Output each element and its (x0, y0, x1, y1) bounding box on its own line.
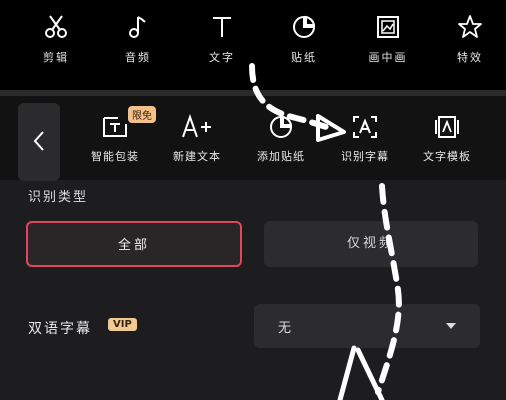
recognize-subtitle-icon (353, 116, 377, 138)
tool-pip-label: 画中画 (368, 51, 408, 64)
scissors-icon (45, 15, 67, 38)
tool-text-label: 文字 (209, 51, 235, 64)
tool-edit-label: 剪辑 (43, 51, 69, 64)
main-toolbar: 剪辑 音频 文字 贴纸 画中画 特效 (0, 0, 506, 90)
arrow-head-left-stroke (337, 345, 357, 400)
chevron-left-icon (33, 131, 44, 151)
chevron-down-icon (446, 323, 456, 329)
sub-tool-add-sticker[interactable]: 添加贴纸 (240, 114, 322, 164)
tool-text[interactable]: 文字 (192, 14, 252, 65)
new-text-icon (182, 114, 211, 138)
sticker-icon (293, 15, 316, 38)
sub-tool-text-template-label: 文字模板 (423, 150, 471, 163)
effects-star-icon (458, 15, 482, 38)
bilingual-select-value: 无 (278, 321, 292, 336)
tool-audio[interactable]: 音频 (108, 14, 168, 65)
sub-tool-recognize-subtitle-label: 识别字幕 (341, 150, 389, 163)
tool-sticker[interactable]: 贴纸 (274, 14, 334, 65)
tool-pip[interactable]: 画中画 (358, 14, 418, 65)
option-video-only-button[interactable]: 仅视频 (264, 221, 478, 267)
free-limited-badge: 限免 (128, 106, 156, 123)
dashed-arrow-path-lower (375, 183, 402, 395)
sub-tool-new-text[interactable]: 新建文本 (156, 114, 238, 164)
vip-badge: VIP (108, 318, 137, 331)
smart-package-icon (103, 117, 127, 137)
bilingual-subtitle-label: 双语字幕 (28, 321, 92, 337)
music-note-icon (129, 16, 146, 38)
add-sticker-icon (270, 115, 293, 138)
picture-in-picture-icon (377, 16, 399, 38)
tool-effects[interactable]: 特效 (440, 14, 500, 65)
sub-tool-recognize-subtitle[interactable]: 识别字幕 (324, 114, 406, 164)
tool-effects-label: 特效 (457, 51, 483, 64)
sub-tool-new-text-label: 新建文本 (173, 150, 221, 163)
text-template-icon (435, 116, 459, 138)
tool-audio-label: 音频 (125, 51, 151, 64)
tool-edit[interactable]: 剪辑 (26, 14, 86, 65)
recognition-type-title: 识别类型 (28, 190, 89, 205)
text-icon (213, 17, 231, 37)
sub-tool-text-template[interactable]: 文字模板 (406, 114, 488, 164)
sub-tool-smart-package-label: 智能包装 (91, 150, 139, 163)
tool-sticker-label: 贴纸 (291, 51, 317, 64)
sub-tool-add-sticker-label: 添加贴纸 (257, 150, 305, 163)
bilingual-select[interactable]: 无 (254, 304, 480, 348)
option-all-button[interactable]: 全部 (26, 221, 242, 267)
back-button[interactable] (18, 103, 60, 181)
arrow-head-right-stroke (355, 347, 385, 400)
